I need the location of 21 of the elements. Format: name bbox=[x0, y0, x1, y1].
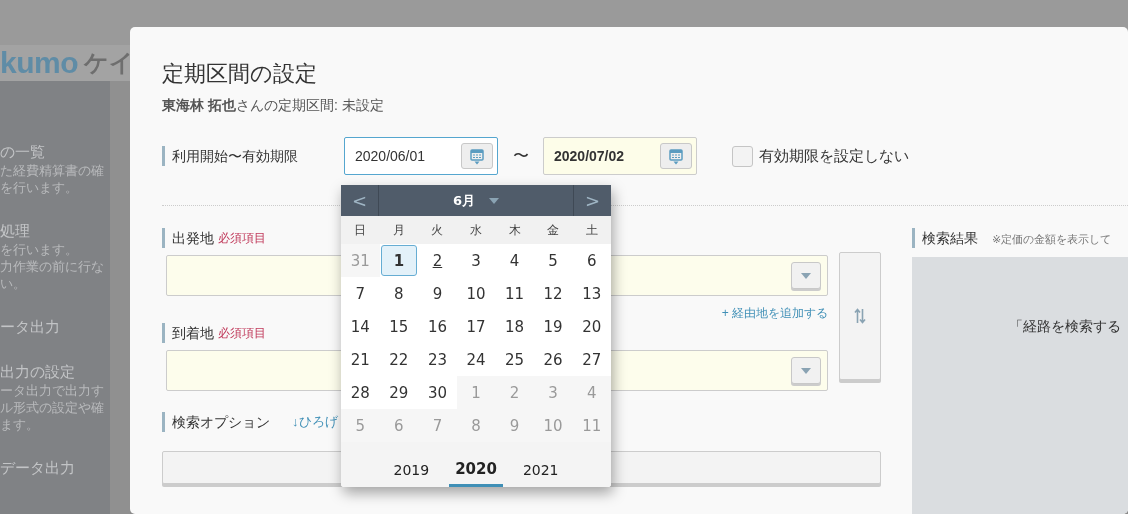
section-label: 検索結果 bbox=[912, 228, 978, 248]
weekday-label: 金 bbox=[546, 221, 561, 239]
weekday-label: 火 bbox=[430, 221, 445, 239]
logo-text: kumo bbox=[0, 46, 78, 80]
results-message: 「経路を検索する bbox=[1009, 318, 1121, 336]
range-separator: 〜 bbox=[511, 145, 530, 166]
field-label: 検索オプション bbox=[162, 412, 270, 432]
weekday-label: 土 bbox=[584, 221, 599, 239]
field-label: 到着地 bbox=[162, 323, 214, 343]
weekday-label: 日 bbox=[353, 221, 368, 239]
checkbox-label: 有効期限を設定しない bbox=[759, 146, 909, 166]
required-label: 必須項目 bbox=[218, 229, 266, 247]
weekday-label: 木 bbox=[507, 221, 522, 239]
weekday-label: 月 bbox=[391, 221, 406, 239]
dialog-subtitle: 東海林 拓也さんの定期区間: 未設定 bbox=[162, 97, 385, 115]
required-label: 必須項目 bbox=[218, 324, 266, 342]
dialog-title: 定期区間の設定 bbox=[162, 60, 318, 88]
field-label: 出発地 bbox=[162, 228, 214, 248]
weekday-label: 水 bbox=[469, 221, 483, 239]
month-label: 6月 bbox=[452, 191, 475, 210]
price-note: ※定価の金額を表示して bbox=[992, 232, 1112, 247]
